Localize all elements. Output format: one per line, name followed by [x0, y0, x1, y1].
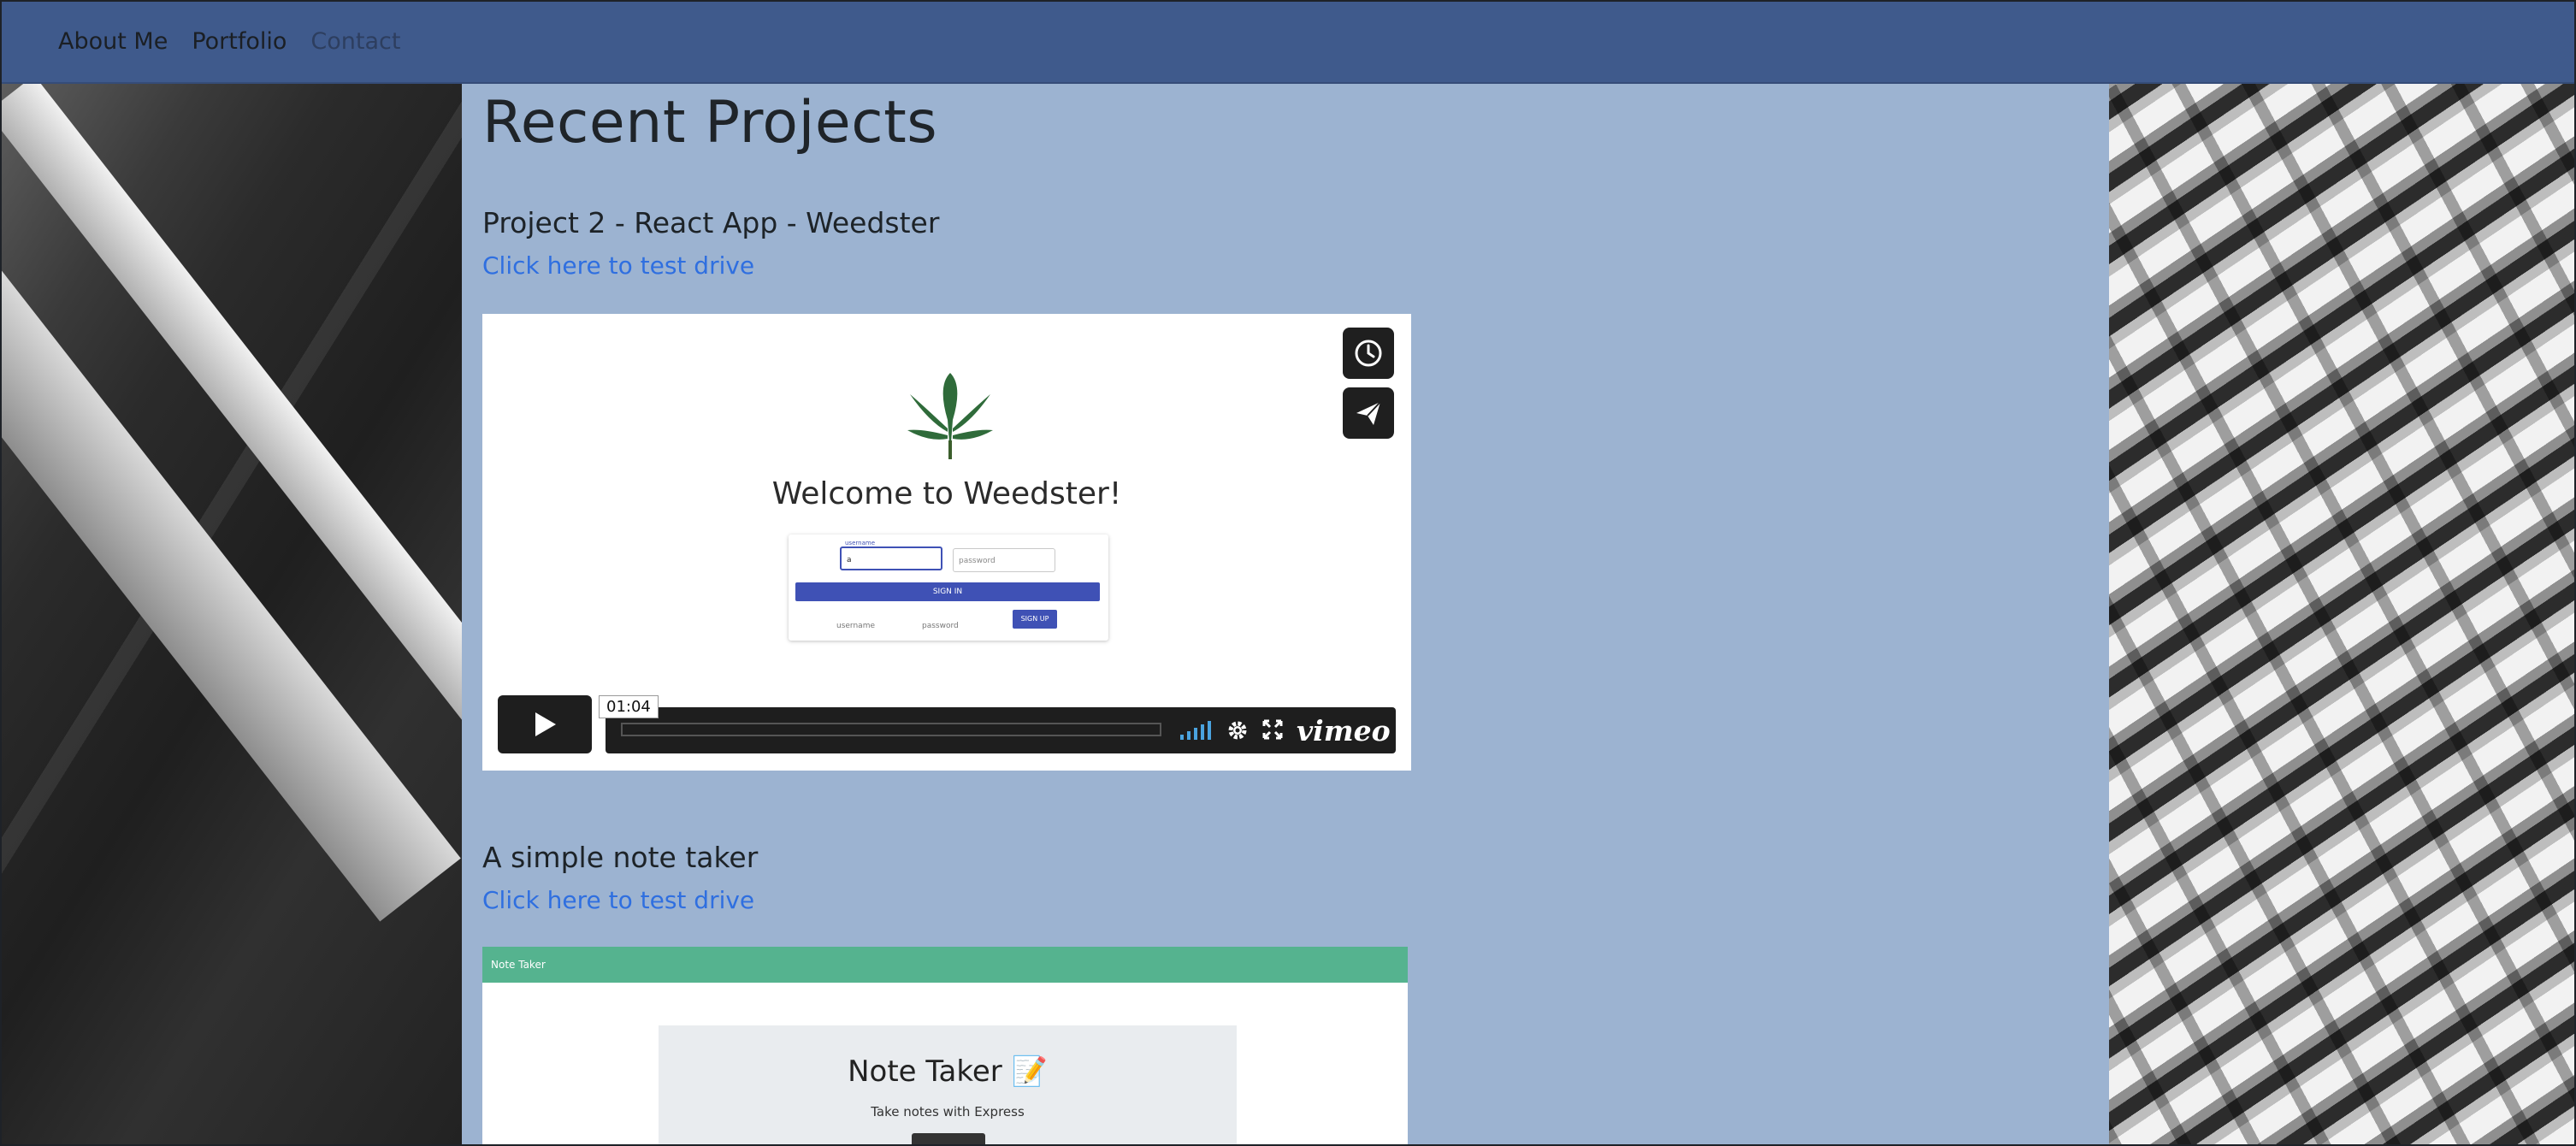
watch-later-button[interactable] [1343, 328, 1394, 379]
player-controls: vimeo 01:04 [498, 695, 1396, 753]
top-navbar: About Me Portfolio Contact [0, 0, 2576, 84]
project-card: A simple note taker Click here to test d… [482, 841, 2109, 1146]
project-title: A simple note taker [482, 841, 759, 874]
welcome-heading: Welcome to Weedster! [771, 476, 1122, 511]
settings-gear-icon[interactable] [1226, 719, 1249, 741]
project-title: Project 2 - React App - Weedster [482, 206, 940, 239]
cannabis-leaf-icon [907, 373, 993, 459]
nav-contact[interactable]: Contact [310, 28, 400, 55]
note-taker-subtitle: Take notes with Express [871, 1104, 1025, 1119]
left-background-image [0, 84, 462, 1146]
play-icon [535, 712, 556, 736]
username-label: username [845, 540, 875, 546]
note-taker-get-started-button [912, 1133, 985, 1146]
play-button[interactable] [498, 695, 592, 753]
main-content: Recent Projects Project 2 - React App - … [462, 84, 2109, 1146]
project-card: Project 2 - React App - Weedster Click h… [482, 206, 2109, 771]
fullscreen-icon[interactable] [1262, 719, 1283, 740]
login-card: a username password SIGN IN SIGN UP user… [789, 535, 1108, 641]
control-strip: vimeo [606, 707, 1396, 753]
test-drive-link[interactable]: Click here to test drive [482, 886, 2109, 914]
nav-portfolio[interactable]: Portfolio [192, 28, 287, 55]
note-taker-title: Note Taker 📝 [848, 1054, 1048, 1089]
footer-username: username [836, 622, 875, 630]
video-player[interactable]: Welcome to Weedster! a username password… [482, 314, 1411, 771]
share-button[interactable] [1343, 387, 1394, 439]
nav-about-me[interactable]: About Me [58, 28, 168, 55]
test-drive-link[interactable]: Click here to test drive [482, 251, 2109, 280]
footer-password: password [922, 622, 959, 630]
progress-bar[interactable] [621, 723, 1161, 736]
note-taker-navbar: Note Taker [482, 947, 1408, 983]
password-field: password [953, 548, 1055, 572]
right-background-image [2109, 84, 2576, 1146]
page-title: Recent Projects [482, 89, 938, 157]
vimeo-logo[interactable]: vimeo [1297, 714, 1391, 747]
paper-plane-icon [1356, 401, 1381, 425]
sign-in-button: SIGN IN [795, 582, 1100, 601]
username-field: a [840, 546, 942, 570]
note-taker-screenshot: Note Taker Note Taker 📝 Take notes with … [482, 947, 1408, 1146]
clock-icon [1355, 340, 1382, 367]
sign-up-button: SIGN UP [1013, 610, 1057, 629]
timecode-tooltip: 01:04 [599, 695, 659, 718]
volume-icon[interactable] [1179, 721, 1216, 741]
note-taker-card: Note Taker 📝 Take notes with Express [659, 1025, 1237, 1146]
